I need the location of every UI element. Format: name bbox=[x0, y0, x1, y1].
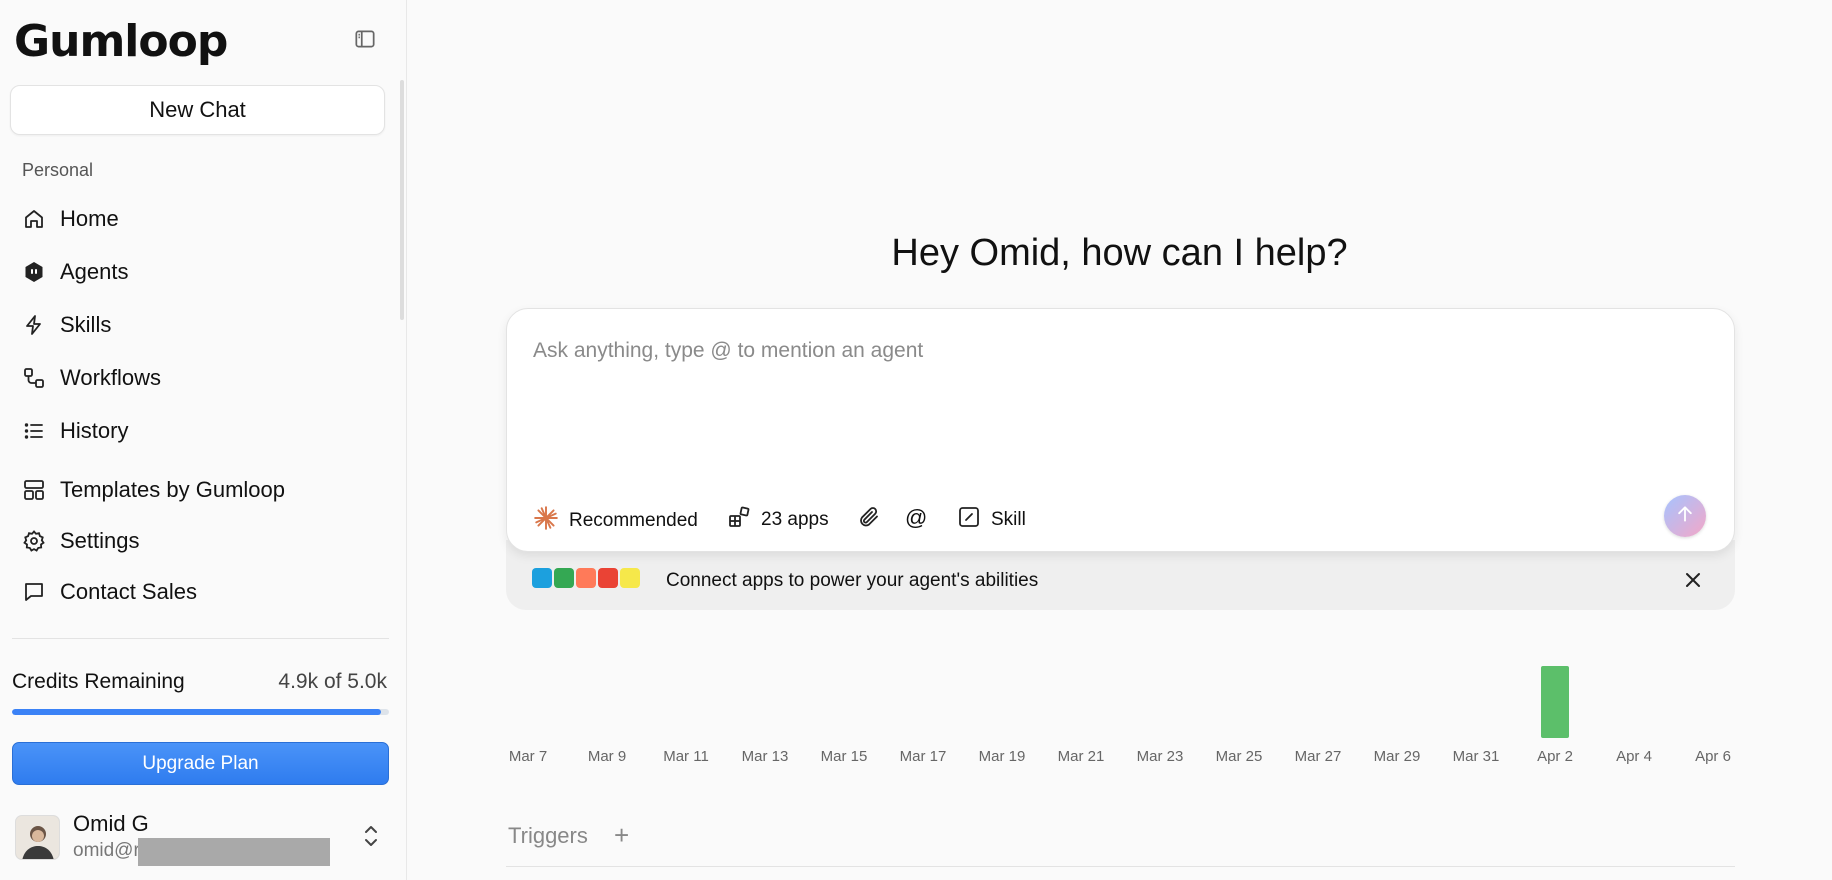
activity-chart: Mar 7 Mar 9 Mar 11 Mar 13 Mar 15 Mar 17 Mar 19… bbox=[506, 660, 1735, 770]
workflow-icon bbox=[22, 366, 46, 390]
sidebar-item-label: Workflows bbox=[60, 365, 162, 390]
sidebar-item-skills[interactable]: Skills bbox=[22, 312, 111, 338]
skill-label: Skill bbox=[991, 509, 1026, 530]
chart-tick-label: Mar 9 bbox=[587, 748, 627, 765]
credits-value: 4.9k of 5.0k bbox=[278, 670, 387, 693]
sidebar: Gumloop New Chat Personal Home Agents Sk… bbox=[0, 0, 407, 880]
chart-tick-label: Mar 29 bbox=[1373, 748, 1421, 765]
sidebar-item-label: Contact Sales bbox=[60, 579, 197, 604]
lightning-icon bbox=[22, 313, 46, 337]
hubspot-icon bbox=[576, 568, 596, 588]
sidebar-item-workflows[interactable]: Workflows bbox=[22, 365, 161, 391]
paperclip-icon bbox=[857, 505, 881, 535]
chart-tick-label: Apr 6 bbox=[1695, 748, 1731, 765]
chart-tick-label: Mar 23 bbox=[1136, 748, 1184, 765]
chart-bar[interactable] bbox=[1541, 666, 1569, 738]
chevron-up-down-icon[interactable] bbox=[361, 823, 381, 849]
apps-button[interactable]: 23 apps bbox=[727, 505, 829, 535]
credits-progress-fill bbox=[12, 709, 382, 715]
apps-label: 23 apps bbox=[761, 509, 829, 530]
sidebar-scrollbar[interactable] bbox=[400, 80, 404, 320]
email-redaction bbox=[138, 838, 330, 866]
sparkle-icon bbox=[533, 505, 559, 537]
google-meet-icon bbox=[554, 568, 574, 588]
chart-tick-label: Mar 21 bbox=[1057, 748, 1105, 765]
chart-tick-label: Mar 15 bbox=[820, 748, 868, 765]
chart-tick-label: Mar 13 bbox=[741, 748, 789, 765]
sidebar-item-contact-sales[interactable]: Contact Sales bbox=[22, 579, 197, 605]
list-icon bbox=[22, 419, 46, 443]
chat-input[interactable] bbox=[533, 339, 1683, 363]
template-icon bbox=[22, 478, 46, 502]
at-sign-icon: @ bbox=[905, 505, 928, 530]
sidebar-item-history[interactable]: History bbox=[22, 418, 128, 444]
sidebar-item-agents[interactable]: Agents bbox=[22, 259, 129, 285]
avatar[interactable] bbox=[15, 815, 60, 860]
sidebar-item-settings[interactable]: Settings bbox=[22, 528, 140, 554]
triggers-divider bbox=[506, 866, 1735, 867]
sidebar-item-label: Agents bbox=[60, 259, 129, 284]
zapier-icon bbox=[620, 568, 640, 588]
salesforce-icon bbox=[532, 568, 552, 588]
add-trigger-button[interactable]: + bbox=[614, 820, 629, 851]
arrow-up-icon bbox=[1675, 504, 1695, 529]
send-button[interactable] bbox=[1664, 495, 1706, 537]
skill-button[interactable]: Skill bbox=[957, 505, 1026, 535]
sidebar-item-templates[interactable]: Templates by Gumloop bbox=[22, 477, 285, 503]
chart-tick-label: Mar 19 bbox=[978, 748, 1026, 765]
attach-button[interactable] bbox=[857, 505, 881, 535]
chart-tick-label: Apr 4 bbox=[1616, 748, 1652, 765]
upgrade-plan-button[interactable]: Upgrade Plan bbox=[12, 742, 389, 785]
user-email: omid@r bbox=[73, 840, 140, 861]
chart-tick-label: Mar 17 bbox=[899, 748, 947, 765]
sidebar-collapse-icon[interactable] bbox=[352, 26, 378, 52]
chat-composer: Recommended 23 apps @ Skill bbox=[506, 308, 1735, 552]
triggers-heading: Triggers bbox=[508, 823, 588, 848]
gumloop-logo[interactable]: Gumloop bbox=[14, 16, 228, 67]
app-icons bbox=[532, 568, 640, 588]
sidebar-item-label: History bbox=[60, 418, 129, 443]
gear-icon bbox=[22, 529, 46, 553]
section-label-personal: Personal bbox=[22, 160, 94, 180]
connect-apps-text: Connect apps to power your agent's abili… bbox=[666, 570, 1039, 591]
mention-button[interactable]: @ bbox=[905, 505, 927, 531]
sidebar-item-label: Home bbox=[60, 206, 119, 231]
agent-icon bbox=[22, 260, 46, 284]
close-icon[interactable] bbox=[1683, 570, 1703, 590]
page-title: Hey Omid, how can I help? bbox=[891, 232, 1348, 274]
sidebar-divider bbox=[12, 638, 389, 639]
sidebar-item-label: Settings bbox=[60, 528, 140, 553]
home-icon bbox=[22, 207, 46, 231]
recommended-label: Recommended bbox=[569, 510, 698, 531]
credits-label: Credits Remaining bbox=[12, 670, 185, 693]
chart-tick-label: Mar 11 bbox=[663, 748, 709, 765]
recommended-button[interactable]: Recommended bbox=[533, 505, 698, 537]
skill-icon bbox=[957, 505, 981, 535]
user-name: Omid G bbox=[73, 811, 149, 836]
chart-tick-label: Mar 31 bbox=[1452, 748, 1500, 765]
chart-tick-label: Apr 2 bbox=[1537, 748, 1573, 765]
chart-tick-label: Mar 27 bbox=[1294, 748, 1342, 765]
new-chat-button[interactable]: New Chat bbox=[10, 85, 385, 135]
chart-tick-label: Mar 7 bbox=[508, 748, 548, 765]
credits-progress-bar bbox=[12, 709, 389, 715]
apps-icon bbox=[727, 505, 751, 535]
sidebar-item-label: Skills bbox=[60, 312, 112, 337]
sidebar-item-label: Templates by Gumloop bbox=[60, 477, 285, 502]
sidebar-item-home[interactable]: Home bbox=[22, 206, 119, 232]
gmail-icon bbox=[598, 568, 618, 588]
chat-bubble-icon bbox=[22, 580, 46, 604]
chart-tick-label: Mar 25 bbox=[1215, 748, 1263, 765]
